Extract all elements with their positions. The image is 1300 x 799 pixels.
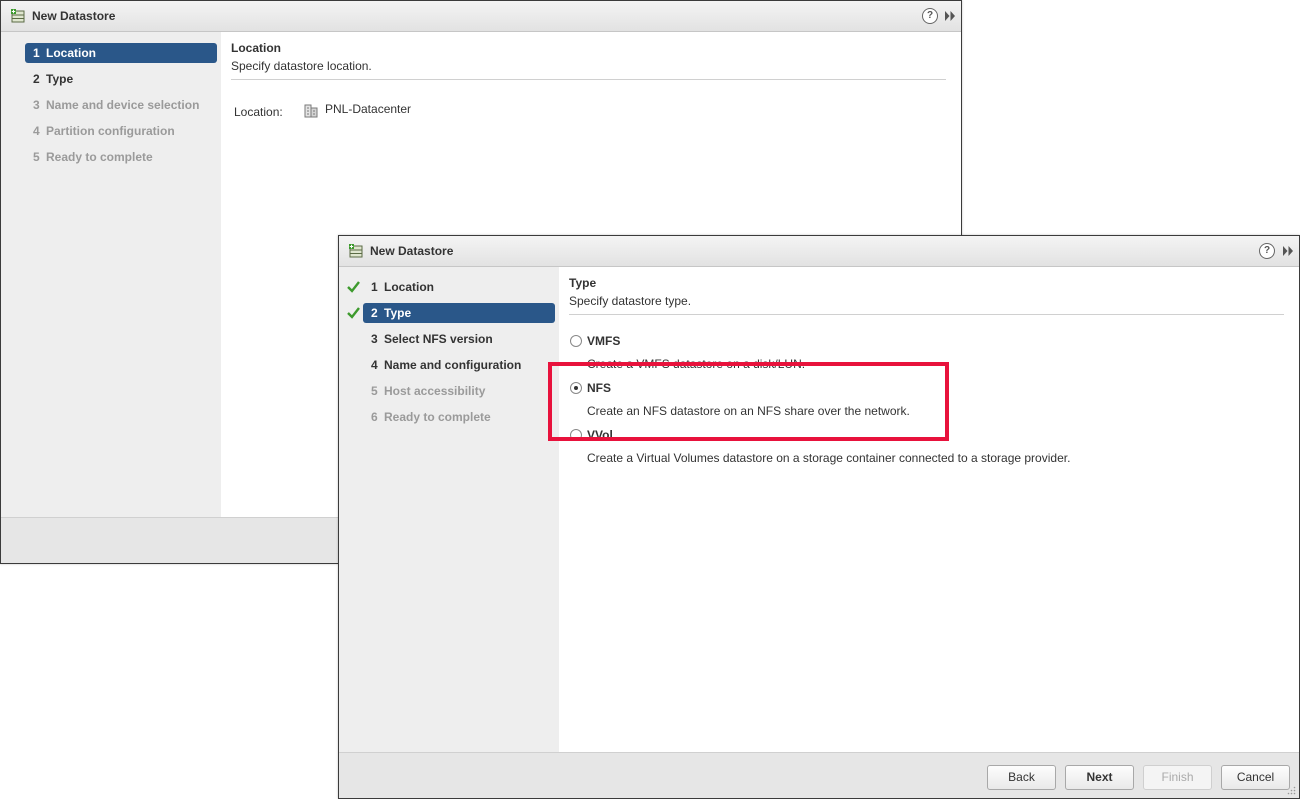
finish-button: Finish (1143, 765, 1212, 790)
step-type[interactable]: 2 Type (25, 69, 73, 89)
step-label: Name and device selection (46, 98, 200, 112)
page-subtitle: Specify datastore type. (569, 294, 692, 308)
check-icon (347, 307, 360, 319)
step-label: Partition configuration (46, 124, 175, 138)
page-title: Location (231, 41, 281, 55)
back-button[interactable]: Back (987, 765, 1056, 790)
help-button[interactable]: ? (922, 8, 938, 24)
divider (569, 314, 1284, 315)
new-datastore-dialog-front: New Datastore ? 1 Location 2 Type 3 Select … (338, 235, 1300, 799)
next-button[interactable]: Next (1065, 765, 1134, 790)
option-vmfs-label[interactable]: VMFS (587, 334, 620, 348)
wizard-steps-sidebar: 1 Location 2 Type 3 Select NFS version 4 Nam… (339, 267, 559, 752)
dialog-title: New Datastore (370, 244, 454, 258)
expand-icon[interactable] (1282, 245, 1294, 257)
option-vmfs-description: Create a VMFS datastore on a disk/LUN. (587, 357, 806, 371)
step-name-device: 3 Name and device selection (33, 98, 200, 112)
wizard-content: Type Specify datastore type. VMFS Create… (559, 267, 1299, 752)
step-label: Type (384, 306, 412, 320)
page-subtitle: Specify datastore location. (231, 59, 372, 73)
radio-vvol[interactable] (570, 429, 582, 441)
step-partition: 4 Partition configuration (33, 124, 175, 138)
step-label: Ready to complete (46, 150, 153, 164)
step-label: Host accessibility (384, 384, 486, 398)
option-nfs-label[interactable]: NFS (587, 381, 611, 395)
dialog-titlebar: New Datastore ? (339, 236, 1299, 267)
dialog-title: New Datastore (32, 9, 116, 23)
page-title: Type (569, 276, 597, 290)
help-button[interactable]: ? (1259, 243, 1275, 259)
step-nfs-version[interactable]: 3 Select NFS version (363, 329, 493, 349)
step-label: Ready to complete (384, 410, 491, 424)
radio-vmfs[interactable] (570, 335, 582, 347)
option-vvol-label[interactable]: VVol (587, 428, 613, 442)
option-nfs-description: Create an NFS datastore on an NFS share … (587, 404, 910, 418)
step-label: Location (46, 46, 96, 60)
step-label: Type (46, 72, 74, 86)
check-icon (347, 281, 360, 293)
divider (231, 79, 946, 80)
step-label: Select NFS version (384, 332, 493, 346)
step-location[interactable]: 1 Location (25, 43, 217, 63)
wizard-steps-sidebar: 1 Location 2 Type 3 Name and device selecti… (1, 32, 221, 517)
step-ready: 6 Ready to complete (371, 410, 491, 424)
resize-grip-icon[interactable] (1287, 786, 1296, 795)
step-ready: 5 Ready to complete (33, 150, 153, 164)
dialog-footer: Back Next Finish Cancel (339, 752, 1299, 798)
option-vvol-description: Create a Virtual Volumes datastore on a … (587, 451, 1071, 465)
step-label: Location (384, 280, 434, 294)
expand-icon[interactable] (944, 10, 956, 22)
step-location[interactable]: 1 Location (363, 277, 434, 297)
step-label: Name and configuration (384, 358, 522, 372)
step-type[interactable]: 2 Type (363, 303, 555, 323)
radio-nfs[interactable] (570, 382, 582, 394)
location-value[interactable]: PNL-Datacenter (325, 102, 411, 116)
datastore-add-icon (11, 9, 25, 23)
datastore-add-icon (349, 244, 363, 258)
cancel-button[interactable]: Cancel (1221, 765, 1290, 790)
location-label: Location: (234, 105, 283, 119)
step-host-access: 5 Host accessibility (371, 384, 486, 398)
dialog-titlebar: New Datastore ? (1, 1, 961, 32)
step-name-config[interactable]: 4 Name and configuration (363, 355, 521, 375)
datacenter-icon (304, 104, 318, 118)
